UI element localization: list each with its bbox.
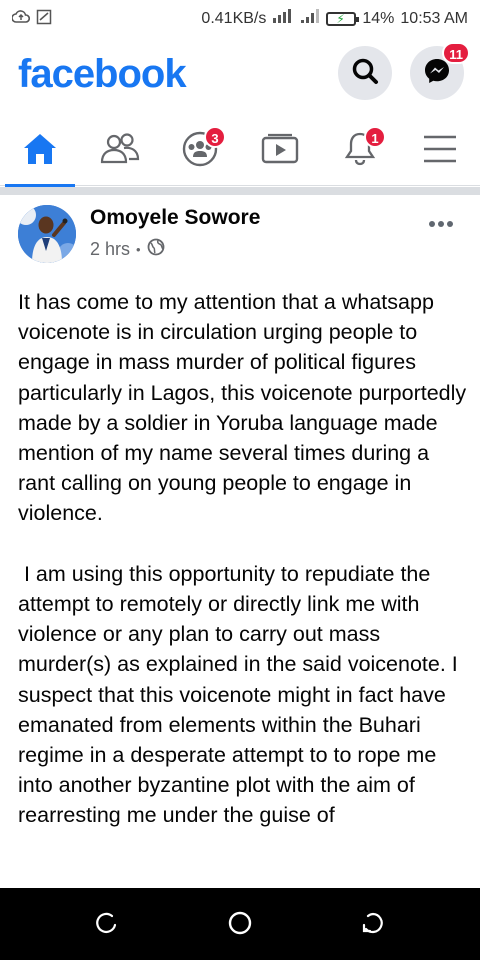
back-icon — [361, 911, 385, 940]
home-nav-button[interactable] — [225, 910, 255, 940]
tab-notifications[interactable]: 1 — [320, 116, 400, 186]
back-button[interactable] — [358, 910, 388, 940]
system-nav-bar — [0, 888, 480, 960]
battery-icon: ⚡ — [326, 11, 360, 26]
hamburger-menu-icon — [422, 134, 458, 169]
tab-menu[interactable] — [400, 116, 480, 186]
author-avatar[interactable] — [18, 205, 76, 263]
post-time[interactable]: 2 hrs — [90, 239, 130, 260]
feed-separator — [0, 187, 480, 195]
tab-watch[interactable] — [240, 116, 320, 186]
battery-level: 14% — [362, 9, 395, 27]
signal-icon — [272, 8, 294, 29]
facebook-logo[interactable]: facebook — [18, 52, 187, 97]
recents-icon — [95, 911, 119, 940]
post-meta: 2 hrs • — [90, 238, 165, 261]
network-speed: 0.41KB/s — [201, 9, 267, 27]
status-right: 0.41KB/s ⚡ 14% 10:53 AM — [201, 8, 468, 29]
home-circle-icon — [227, 910, 253, 941]
home-icon — [22, 132, 58, 171]
signal-icon-2 — [300, 8, 320, 29]
post-author[interactable]: Omoyele Sowore — [90, 206, 260, 230]
post-text: It has come to my attention that a whats… — [18, 290, 467, 828]
messenger-badge: 11 — [442, 42, 470, 64]
tab-bar: 3 1 — [0, 116, 480, 187]
tab-friends[interactable] — [80, 116, 160, 186]
tab-home[interactable] — [0, 116, 80, 187]
upload-icon — [11, 9, 31, 30]
notifications-badge: 1 — [364, 126, 386, 148]
screenshot-icon — [36, 9, 52, 30]
recents-button[interactable] — [92, 910, 122, 940]
groups-badge: 3 — [204, 126, 226, 148]
watch-icon — [261, 133, 299, 170]
search-button[interactable] — [338, 46, 392, 100]
globe-icon — [147, 238, 165, 261]
friends-icon — [100, 132, 140, 171]
post-options-button[interactable] — [428, 208, 454, 234]
app-header: facebook 11 — [0, 36, 480, 116]
meta-separator: • — [136, 242, 141, 257]
clock: 10:53 AM — [400, 9, 468, 27]
search-icon — [351, 57, 379, 90]
tab-groups[interactable]: 3 — [160, 116, 240, 186]
messenger-button[interactable]: 11 — [410, 42, 470, 100]
status-bar: 0.41KB/s ⚡ 14% 10:53 AM — [0, 0, 480, 36]
status-left-icons — [11, 9, 52, 30]
